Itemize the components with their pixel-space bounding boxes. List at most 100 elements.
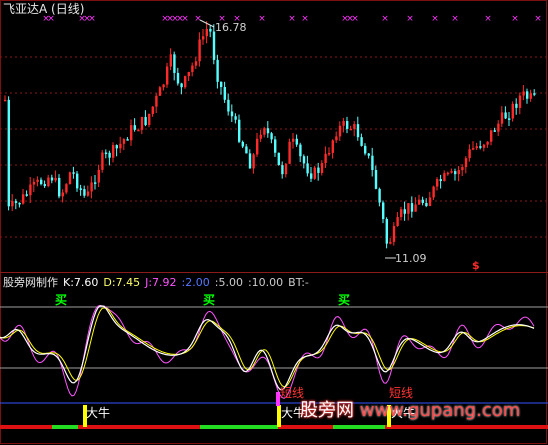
candle-body bbox=[61, 192, 64, 197]
candle-body bbox=[450, 171, 453, 173]
top-x-marker: × bbox=[431, 14, 439, 24]
candle-body bbox=[421, 199, 424, 203]
buy-signal-1: 买 bbox=[55, 293, 68, 307]
candle-body bbox=[432, 186, 435, 198]
candle-body bbox=[425, 202, 428, 207]
candle-body bbox=[256, 138, 259, 155]
candle-body bbox=[36, 179, 39, 182]
candle-body bbox=[454, 171, 457, 175]
candle-body bbox=[112, 145, 115, 158]
candle-body bbox=[227, 99, 230, 112]
candle-body bbox=[11, 201, 14, 207]
candle-body bbox=[428, 197, 432, 207]
candle-body bbox=[479, 146, 482, 148]
candle-body bbox=[284, 163, 288, 175]
candle-body bbox=[461, 167, 464, 171]
k-value: K:7.60 bbox=[63, 276, 99, 289]
candle-body bbox=[79, 188, 82, 190]
high-price-label: 16.78 bbox=[215, 21, 247, 34]
stock-chart-window: × × × × × × × × × × × × × × × × × × × × × × × × × × 飞亚达A (日线) 16.… bbox=[0, 0, 548, 445]
candle-body bbox=[119, 143, 122, 149]
candle-body bbox=[497, 123, 500, 132]
candle-body bbox=[274, 139, 277, 153]
candle-body bbox=[248, 153, 252, 169]
candle-body bbox=[151, 106, 154, 114]
candle-body bbox=[259, 134, 262, 139]
chart-canvas: ×× ××× ××××× × × × × × × ××× × × × × × × × bbox=[0, 0, 548, 444]
top-x-marker: × bbox=[351, 14, 359, 24]
candle-body bbox=[223, 87, 226, 100]
candle-body bbox=[238, 119, 241, 142]
candle-body bbox=[108, 152, 111, 158]
candle-body bbox=[212, 31, 216, 60]
candle-body bbox=[191, 65, 194, 73]
candle-body bbox=[148, 113, 151, 126]
candle-body bbox=[166, 66, 169, 85]
candle-body bbox=[86, 191, 90, 196]
top-x-marker: × bbox=[534, 14, 542, 24]
candle-body bbox=[378, 188, 381, 203]
candle-body bbox=[245, 146, 248, 154]
candle-body bbox=[464, 158, 468, 168]
candle-body bbox=[194, 61, 198, 66]
candle-body bbox=[43, 184, 46, 187]
candle-body bbox=[158, 87, 162, 96]
candle-body bbox=[468, 149, 471, 159]
candle-body bbox=[169, 54, 172, 67]
j-value: J:7.92 bbox=[145, 276, 177, 289]
candle-body bbox=[180, 83, 183, 88]
buy-signal-3: 买 bbox=[338, 293, 351, 307]
top-x-marker: × bbox=[406, 14, 414, 24]
signal-bar bbox=[52, 425, 78, 429]
candle-body bbox=[504, 112, 507, 119]
candle-body bbox=[486, 141, 489, 145]
signal-bar bbox=[78, 425, 200, 429]
candle-body bbox=[328, 152, 331, 155]
candle-body bbox=[83, 189, 86, 196]
signal-bar bbox=[200, 425, 278, 429]
candle-body bbox=[155, 95, 158, 107]
top-x-marker: × bbox=[194, 14, 202, 24]
candle-body bbox=[281, 165, 284, 175]
candle-body bbox=[353, 124, 356, 129]
candle-body bbox=[310, 173, 313, 179]
indicator-title: 股旁网制作 bbox=[3, 276, 58, 289]
candle-body bbox=[522, 91, 525, 96]
candle-body bbox=[349, 128, 352, 131]
candle-body bbox=[270, 133, 273, 140]
candle-body bbox=[72, 172, 75, 174]
candle-body bbox=[385, 218, 388, 244]
candle-body bbox=[187, 72, 190, 77]
candle-body bbox=[25, 194, 28, 196]
candle-body bbox=[22, 194, 25, 204]
candle-body bbox=[515, 103, 518, 108]
param-1: :2.00 bbox=[181, 276, 210, 289]
candle-body bbox=[40, 179, 43, 185]
candle-body bbox=[198, 39, 201, 62]
candle-body bbox=[324, 153, 327, 164]
candle-body bbox=[302, 156, 306, 164]
param-3: :10.00 bbox=[247, 276, 284, 289]
candle-body bbox=[29, 184, 32, 196]
candle-body bbox=[68, 172, 72, 185]
candle-body bbox=[414, 204, 417, 212]
candle-body bbox=[266, 128, 270, 134]
candle-body bbox=[475, 146, 478, 149]
candle-body bbox=[392, 226, 396, 242]
candle-body bbox=[115, 145, 118, 149]
candle-body bbox=[407, 203, 410, 214]
d-value: D:7.45 bbox=[103, 276, 141, 289]
candle-body bbox=[7, 99, 10, 207]
candle-body bbox=[230, 111, 234, 117]
candle-body bbox=[184, 76, 187, 88]
candle-body bbox=[403, 209, 406, 214]
candle-body bbox=[299, 144, 302, 157]
top-x-marker: × bbox=[301, 14, 309, 24]
candle-body bbox=[4, 99, 7, 102]
candle-body bbox=[122, 139, 126, 144]
top-x-marker: × bbox=[288, 14, 296, 24]
indicator-header: 股旁网制作 K:7.60 D:7.45 J:7.92:2.00:5.00:10.00 B… bbox=[3, 276, 314, 289]
candle-body bbox=[292, 138, 295, 142]
candle-body bbox=[58, 177, 61, 197]
watermark-name: 股旁网 bbox=[300, 400, 354, 421]
